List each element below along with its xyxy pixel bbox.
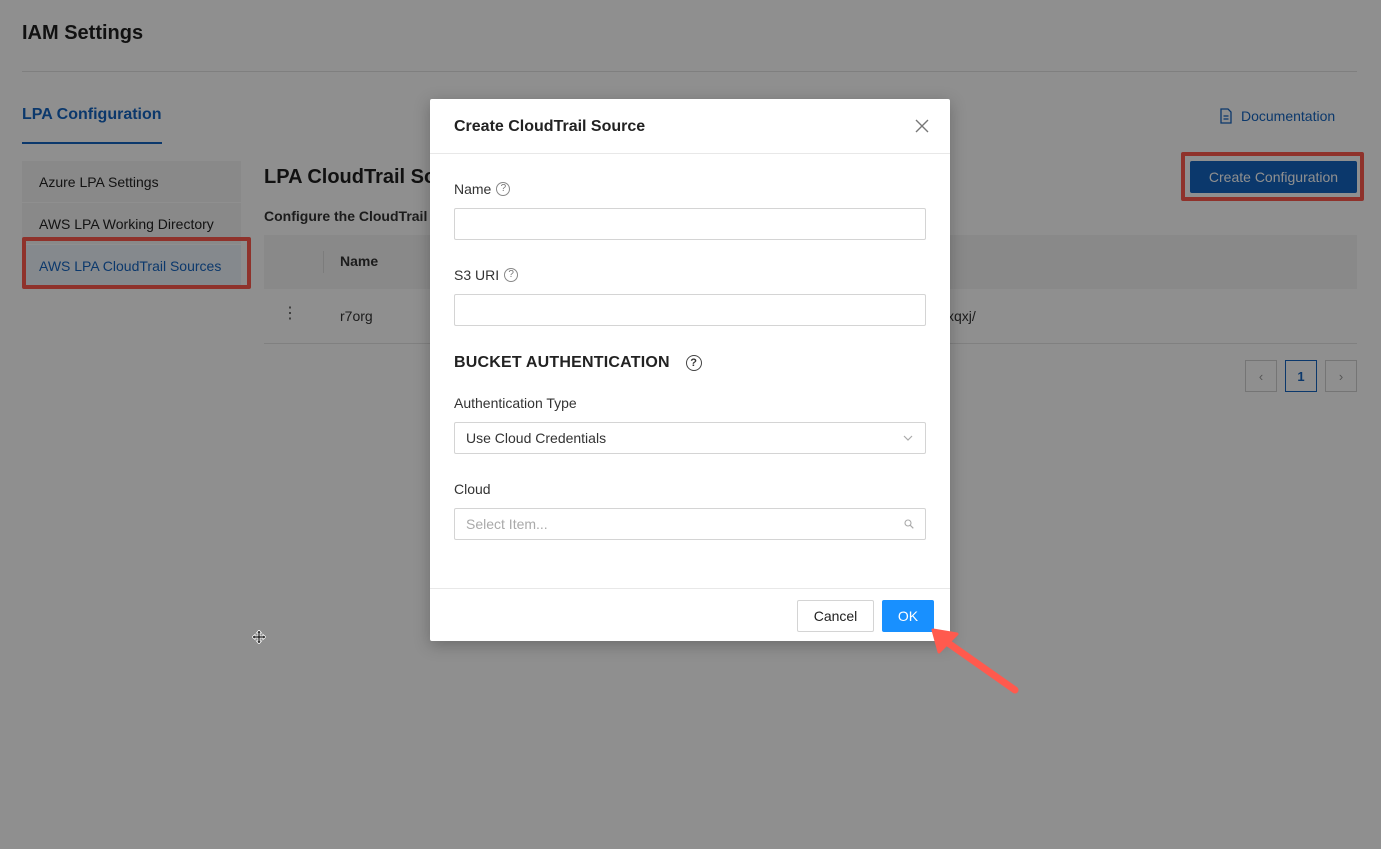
modal-title: Create CloudTrail Source	[454, 118, 646, 135]
name-field-label: Name ?	[454, 181, 511, 197]
bucket-authentication-heading: BUCKET AUTHENTICATION ?	[454, 354, 702, 372]
name-input[interactable]	[454, 208, 926, 240]
modal-header: Create CloudTrail Source	[430, 99, 950, 154]
bucket-authentication-label: BUCKET AUTHENTICATION	[454, 354, 670, 371]
pointer-arrow-annotation	[931, 628, 1019, 694]
close-icon[interactable]	[914, 118, 930, 134]
cloud-label: Cloud	[454, 481, 491, 497]
auth-type-label: Authentication Type	[454, 395, 577, 411]
s3-uri-label-text: S3 URI	[454, 267, 500, 283]
authentication-type-value: Use Cloud Credentials	[466, 430, 607, 446]
cloud-select[interactable]: Select Item...	[454, 508, 926, 540]
name-label-text: Name	[454, 181, 492, 197]
cloud-placeholder: Select Item...	[466, 516, 548, 532]
authentication-type-select[interactable]: Use Cloud Credentials	[454, 422, 926, 454]
create-cloudtrail-source-dialog: Create CloudTrail Source Name ? S3 URI ?…	[430, 99, 950, 641]
help-icon[interactable]: ?	[496, 182, 511, 196]
cancel-button[interactable]: Cancel	[797, 600, 874, 632]
move-cursor-icon	[252, 630, 266, 644]
search-icon	[904, 519, 914, 529]
modal-footer: Cancel OK	[430, 588, 950, 641]
s3-uri-field-label: S3 URI ?	[454, 267, 519, 283]
help-icon[interactable]: ?	[504, 268, 519, 282]
chevron-down-icon	[903, 435, 913, 441]
s3-uri-input[interactable]	[454, 294, 926, 326]
help-icon[interactable]: ?	[685, 355, 702, 371]
